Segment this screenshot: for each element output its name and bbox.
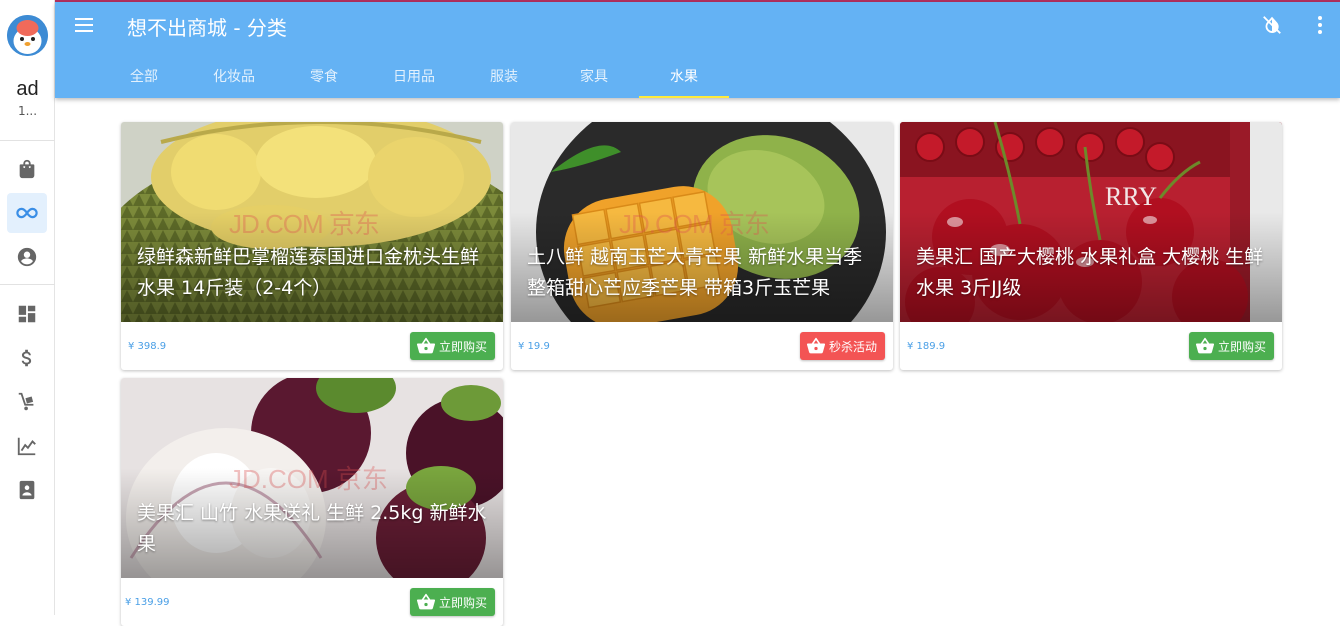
menu-icon (75, 18, 93, 20)
infinity-icon (16, 207, 38, 219)
user-subtitle: 1... (17, 104, 38, 118)
buy-now-button[interactable]: 立即购买 (409, 588, 495, 616)
shopping-bag-icon (19, 159, 35, 179)
svg-text:RRY: RRY (1105, 182, 1157, 211)
menu-button[interactable] (71, 12, 97, 38)
product-title: 美果汇 山竹 水果送礼 生鲜 2.5kg 新鲜水果 (137, 502, 487, 555)
nav-categories[interactable] (7, 193, 47, 233)
nav-badge[interactable] (7, 470, 47, 510)
tab-fruit[interactable]: 水果 (639, 54, 729, 98)
dashboard-icon (18, 305, 36, 323)
flash-sale-button[interactable]: 秒杀活动 (799, 332, 885, 360)
app-bar: 想不出商城 - 分类 全部 化妆品 零食 日用品 服装 家具 水果 (55, 2, 1340, 98)
product-title: 土八鲜 越南玉芒大青芒果 新鲜水果当季整箱甜心芒应季芒果 带箱3斤玉芒果 (527, 246, 863, 299)
buy-now-label: 立即购买 (438, 339, 487, 354)
buy-now-label: 立即购买 (1217, 339, 1266, 354)
buy-now-button[interactable]: 立即购买 (409, 332, 495, 360)
product-card[interactable]: JD.COM 京东 美果汇 山竹 水果送礼 生鲜 2.5kg 新鲜水果 ¥ 13… (121, 378, 503, 626)
account-icon (17, 247, 37, 267)
invert-colors-off-icon (1263, 16, 1281, 34)
product-card[interactable]: RRY 美果汇 国产大樱桃 水果礼盒 大樱桃 生鲜水果 3斤JJ级 ¥ 189.… (900, 122, 1282, 370)
nav-dashboard[interactable] (7, 294, 47, 334)
more-button[interactable] (1307, 12, 1333, 38)
product-price: ¥ 139.99 (125, 597, 170, 608)
buy-now-button[interactable]: 立即购买 (1188, 332, 1274, 360)
image-watermark: JD.COM 京东 (619, 209, 770, 239)
cart-dolly-icon (18, 392, 34, 411)
dollar-icon (21, 349, 32, 367)
product-price: ¥ 19.9 (518, 341, 550, 352)
image-watermark: JD.COM 京东 (229, 209, 380, 239)
tab-daily-goods[interactable]: 日用品 (369, 54, 459, 98)
basket-icon (416, 593, 436, 610)
nav-drawer: ad 1... (0, 0, 55, 615)
flash-sale-label: 秒杀活动 (828, 339, 877, 354)
nav-finance[interactable] (7, 338, 47, 378)
product-card[interactable]: JD.COM 京东 绿鲜森新鲜巴掌榴莲泰国进口金枕头生鲜水果 14斤装（2-4个… (121, 122, 503, 370)
nav-statistics[interactable] (7, 426, 47, 466)
nav-account[interactable] (7, 237, 47, 277)
more-vert-icon (1318, 16, 1322, 34)
avatar[interactable] (7, 15, 48, 56)
product-price: ¥ 398.9 (128, 341, 167, 352)
page-title: 想不出商城 - 分类 (127, 16, 287, 40)
tab-cosmetics[interactable]: 化妆品 (189, 54, 279, 98)
tab-snacks[interactable]: 零食 (279, 54, 369, 98)
divider (0, 284, 55, 285)
trend-chart-icon (17, 437, 36, 456)
basket-icon (806, 337, 826, 354)
nav-logistics[interactable] (7, 382, 47, 422)
tab-furniture[interactable]: 家具 (549, 54, 639, 98)
tab-clothing[interactable]: 服装 (459, 54, 549, 98)
divider (0, 140, 55, 141)
product-title: 绿鲜森新鲜巴掌榴莲泰国进口金枕头生鲜水果 14斤装（2-4个） (137, 246, 480, 299)
invert-colors-button[interactable] (1259, 12, 1285, 38)
user-name: ad (16, 78, 39, 100)
badge-icon (19, 480, 35, 500)
buy-now-label: 立即购买 (438, 595, 487, 610)
nav-shopping-bag[interactable] (7, 149, 47, 189)
basket-icon (1195, 337, 1215, 354)
product-card[interactable]: JD.COM 京东 土八鲜 越南玉芒大青芒果 新鲜水果当季整箱甜心芒应季芒果 带… (511, 122, 893, 370)
tab-all[interactable]: 全部 (99, 54, 189, 98)
product-title: 美果汇 国产大樱桃 水果礼盒 大樱桃 生鲜水果 3斤JJ级 (916, 246, 1264, 299)
category-tabs: 全部 化妆品 零食 日用品 服装 家具 水果 (99, 54, 729, 98)
basket-icon (416, 337, 436, 354)
product-price: ¥ 189.9 (907, 341, 946, 352)
